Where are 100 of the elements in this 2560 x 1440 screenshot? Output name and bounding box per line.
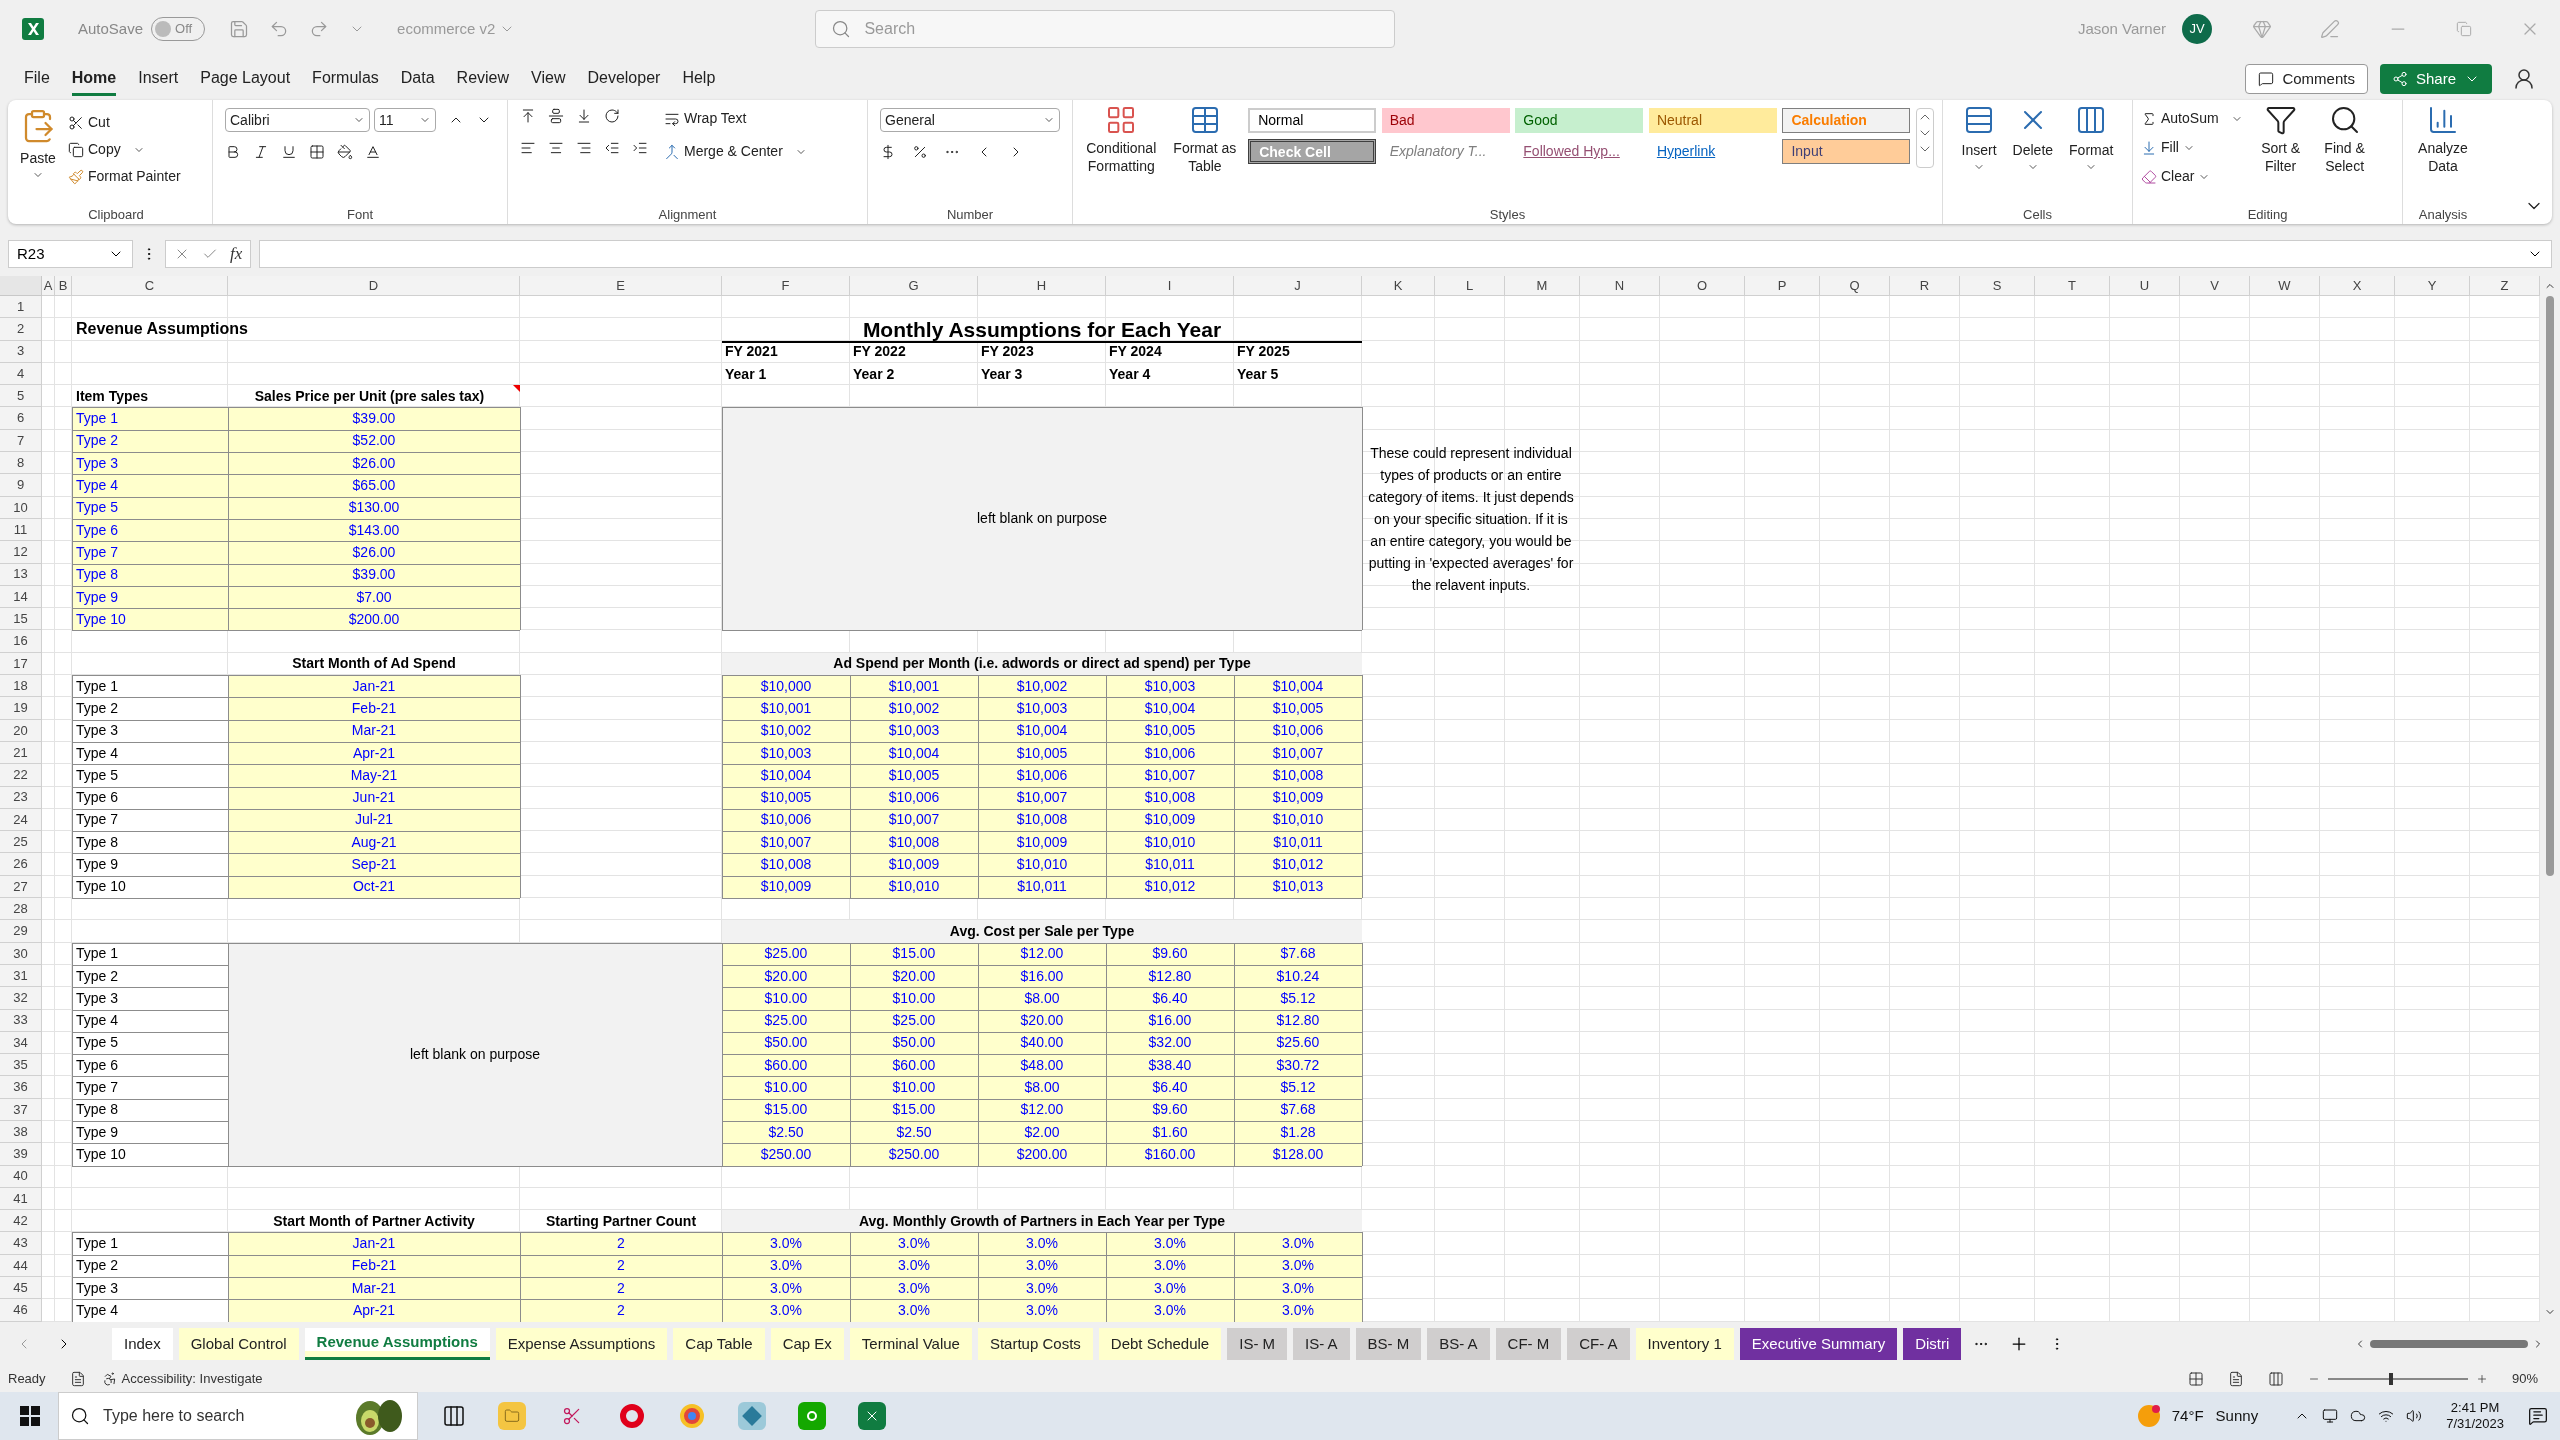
windows-logo-icon[interactable] [20, 1406, 40, 1426]
insert-function-button[interactable]: fx [230, 241, 243, 267]
format-painter-button[interactable]: Format Painter [68, 166, 181, 187]
cell-style[interactable]: Bad [1381, 108, 1510, 133]
name-box[interactable]: R23 [8, 240, 133, 268]
row-number[interactable]: 3 [0, 340, 42, 363]
row-number[interactable]: 39 [0, 1143, 42, 1166]
font-color-icon[interactable] [365, 144, 381, 160]
row-number[interactable]: 4 [0, 362, 42, 386]
column-header[interactable]: J [1234, 276, 1362, 296]
search-field[interactable]: Search [815, 10, 1396, 48]
number-format-dropdown[interactable]: General [880, 108, 1060, 132]
menu-tab[interactable]: Developer [587, 62, 661, 96]
align-left-icon[interactable] [520, 140, 536, 156]
app-icon[interactable] [738, 1402, 766, 1430]
zoom-in-icon[interactable] [2476, 1373, 2488, 1385]
column-header[interactable]: N [1580, 276, 1660, 296]
spreadsheet-icon[interactable] [858, 1402, 886, 1430]
sort-filter-button[interactable]: Sort & Filter [2254, 104, 2307, 205]
sheet-tab[interactable]: BS- A [1427, 1328, 1490, 1360]
notifications-icon[interactable] [2528, 1406, 2548, 1426]
sheet-tab[interactable]: Cap Ex [770, 1328, 844, 1360]
row-number[interactable]: 7 [0, 429, 42, 453]
row-number[interactable]: 40 [0, 1165, 42, 1188]
row-number[interactable]: 18 [0, 675, 42, 698]
find-select-button[interactable]: Find & Select [2318, 104, 2371, 205]
sheet-tab[interactable]: Executive Summary [1739, 1328, 1898, 1360]
row-number[interactable]: 2 [0, 318, 42, 341]
coauthor-icon[interactable] [2512, 67, 2536, 91]
menu-tab[interactable]: Page Layout [200, 62, 291, 96]
font-size-dropdown[interactable]: 11 [374, 108, 436, 132]
align-bottom-icon[interactable] [576, 108, 592, 124]
row-number[interactable]: 42 [0, 1210, 42, 1233]
sheet-tab[interactable]: Index [112, 1328, 173, 1360]
column-header[interactable]: R [1890, 276, 1960, 296]
menu-tab[interactable]: Data [400, 62, 435, 96]
sheet-tab[interactable]: IS- M [1227, 1328, 1288, 1360]
row-number[interactable]: 28 [0, 898, 42, 921]
volume-icon[interactable] [2406, 1408, 2423, 1424]
cell-style[interactable]: Good [1515, 108, 1644, 133]
row-number[interactable]: 22 [0, 764, 42, 787]
delete-button[interactable]: Delete [2012, 104, 2054, 205]
percent-icon[interactable] [912, 144, 928, 160]
sheet-tab[interactable]: Inventory 1 [1635, 1328, 1734, 1360]
menu-tab[interactable]: Help [682, 62, 716, 96]
network-icon[interactable] [2378, 1408, 2395, 1424]
menu-tab[interactable]: Review [456, 62, 510, 96]
clock-time[interactable]: 2:41 PM [2450, 1399, 2500, 1416]
column-header[interactable]: G [850, 276, 978, 296]
cut-button[interactable]: Cut [68, 112, 181, 133]
row-number[interactable]: 29 [0, 920, 42, 943]
column-header[interactable]: S [1960, 276, 2035, 296]
row-number[interactable]: 44 [0, 1254, 42, 1278]
ring-icon[interactable] [618, 1402, 646, 1430]
column-header[interactable]: A [42, 276, 55, 296]
task-view-icon[interactable] [442, 1404, 466, 1428]
column-header[interactable]: M [1505, 276, 1580, 296]
orientation-icon[interactable] [604, 108, 620, 124]
zoom-slider[interactable] [2328, 1373, 2468, 1385]
column-header[interactable]: F [722, 276, 850, 296]
row-number[interactable]: 5 [0, 385, 42, 408]
analyze-data-button[interactable]: Analyze Data [2407, 100, 2479, 205]
formula-input[interactable] [259, 240, 2552, 268]
row-number[interactable]: 12 [0, 541, 42, 564]
ring-badge-icon[interactable] [798, 1402, 826, 1430]
row-number[interactable]: 46 [0, 1299, 42, 1322]
weather-text[interactable]: Sunny [2215, 1404, 2259, 1428]
row-number[interactable]: 8 [0, 452, 42, 475]
accessibility-button[interactable]: Accessibility: Investigate [101, 1369, 263, 1389]
cloud-icon[interactable] [2350, 1408, 2367, 1424]
fill-color-icon[interactable] [337, 144, 353, 160]
cell-style[interactable]: Input [1782, 139, 1911, 164]
row-number[interactable]: 41 [0, 1187, 42, 1211]
comments-button[interactable]: Comments [2245, 64, 2368, 94]
macro-icon[interactable] [69, 1371, 86, 1387]
column-header[interactable]: D [228, 276, 520, 296]
row-number[interactable]: 26 [0, 853, 42, 876]
row-number[interactable]: 16 [0, 630, 42, 653]
row-number[interactable]: 23 [0, 786, 42, 809]
column-header[interactable]: T [2035, 276, 2110, 296]
underline-icon[interactable] [281, 144, 297, 160]
cell-style[interactable]: Neutral [1648, 108, 1777, 133]
row-number[interactable]: 9 [0, 474, 42, 497]
scroll-thumb[interactable] [2546, 296, 2554, 876]
row-number[interactable]: 34 [0, 1031, 42, 1055]
sheet-tab[interactable]: Expense Assumptions [495, 1328, 668, 1360]
folder-icon[interactable] [498, 1402, 526, 1430]
taskbar-search-field[interactable]: Type here to search [58, 1392, 418, 1440]
sheet-tab[interactable]: Terminal Value [849, 1328, 972, 1360]
row-number[interactable]: 17 [0, 652, 42, 676]
conditional-formatting-button[interactable]: Conditional Formatting [1081, 104, 1162, 205]
column-header[interactable]: V [2180, 276, 2250, 296]
decrease-indent-icon[interactable] [604, 140, 620, 156]
autosum-button[interactable]: AutoSum [2141, 108, 2243, 129]
wrap-text-button[interactable]: Wrap Text [664, 108, 807, 129]
merge-center-button[interactable]: Merge & Center [664, 141, 807, 162]
row-number[interactable]: 13 [0, 563, 42, 586]
row-number[interactable]: 30 [0, 942, 42, 965]
sheet-tab[interactable]: Global Control [178, 1328, 299, 1360]
row-number[interactable]: 38 [0, 1121, 42, 1144]
